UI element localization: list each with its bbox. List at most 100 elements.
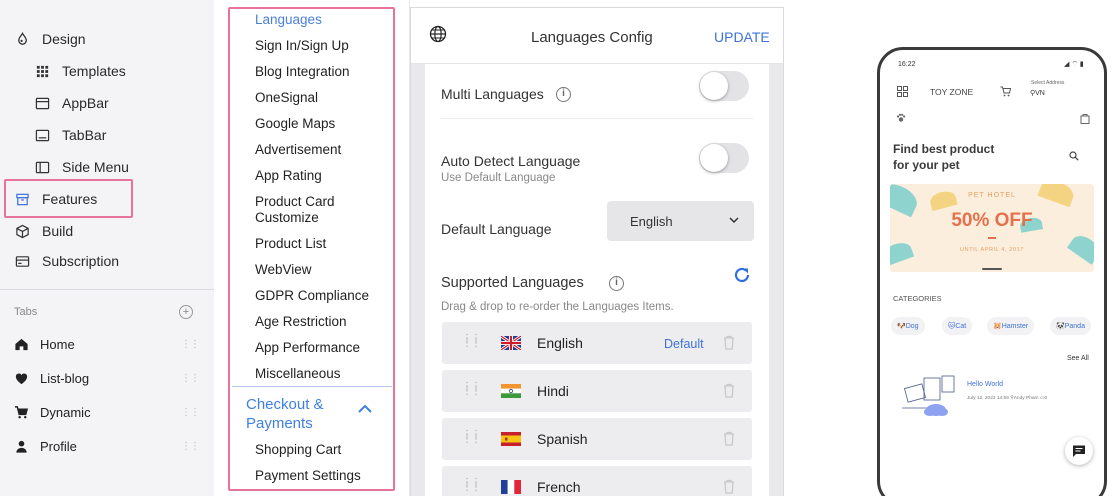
drag-handle-icon[interactable]: ⋮⋮	[181, 441, 200, 452]
post-title[interactable]: Hello World	[967, 381, 1003, 388]
post-comments: 0	[1044, 396, 1048, 401]
umbrella-decoration	[890, 239, 915, 267]
drag-handle-icon[interactable]: ⋮⋮ ⋮⋮	[462, 334, 481, 349]
carousel-indicator	[982, 268, 1002, 270]
category-chip-hamster[interactable]: 🐹 Hamster	[987, 317, 1035, 335]
info-icon[interactable]: i	[609, 276, 624, 291]
feature-item-age-restriction[interactable]: Age Restriction	[255, 314, 347, 330]
card-icon	[14, 253, 30, 269]
language-name: Spanish	[537, 431, 588, 447]
globe-icon	[429, 25, 447, 43]
category-chip-cat[interactable]: 🐱 Cat	[942, 317, 973, 335]
drag-handle-icon[interactable]: ⋮⋮	[181, 407, 200, 418]
france-flag-icon	[501, 480, 521, 494]
multi-languages-toggle[interactable]	[699, 71, 749, 101]
category-chip-panda[interactable]: 🐼 Panda	[1050, 317, 1091, 335]
feature-item-webview[interactable]: WebView	[255, 262, 312, 278]
nav-item-design[interactable]: Design	[14, 25, 86, 53]
chat-icon	[1073, 445, 1085, 457]
grid-icon[interactable]	[897, 86, 908, 97]
refresh-icon[interactable]	[732, 265, 752, 285]
language-row-spanish[interactable]: ⋮⋮ ⋮⋮ Spanish	[442, 418, 752, 460]
nav-item-side-menu[interactable]: Side Menu	[34, 153, 129, 181]
trash-icon[interactable]	[723, 479, 735, 494]
banner-dash	[988, 237, 996, 239]
promo-banner[interactable]: PET HOTEL 50% OFF UNTIL APRIL 4, 2017	[890, 184, 1094, 272]
side-menu-icon	[34, 159, 50, 175]
default-language-select[interactable]: English	[607, 201, 754, 241]
tabbar-icon	[34, 127, 50, 143]
headline-line-1: Find best product	[893, 142, 995, 156]
drag-handle-icon[interactable]: ⋮⋮ ⋮⋮	[462, 478, 481, 493]
feature-item-onesignal[interactable]: OneSignal	[255, 90, 318, 106]
feature-item-languages[interactable]: Languages	[255, 12, 322, 28]
bag-icon[interactable]	[1080, 113, 1090, 124]
update-button[interactable]: UPDATE	[714, 29, 770, 45]
tab-item-dynamic[interactable]: Dynamic ⋮⋮	[14, 401, 200, 423]
drag-handle-icon[interactable]: ⋮⋮	[181, 373, 200, 384]
drag-handle-icon[interactable]: ⋮⋮ ⋮⋮	[462, 430, 481, 445]
nav-item-tabbar[interactable]: TabBar	[34, 121, 106, 149]
see-all-link[interactable]: See All	[1067, 355, 1089, 362]
blog-post-illustration	[902, 375, 955, 416]
nav-item-label: Subscription	[42, 253, 120, 269]
headline-line-2: for your pet	[893, 158, 960, 172]
default-badge: Default	[664, 337, 704, 351]
tab-item-home[interactable]: Home ⋮⋮	[14, 333, 200, 355]
feature-item-blog-integration[interactable]: Blog Integration	[255, 64, 350, 80]
language-row-hindi[interactable]: ⋮⋮ ⋮⋮ Hindi	[442, 370, 752, 412]
nav-item-templates[interactable]: Templates	[34, 57, 126, 85]
chevron-up-icon[interactable]	[357, 403, 373, 415]
india-flag-icon	[501, 384, 521, 398]
nav-divider	[0, 289, 214, 290]
trash-icon[interactable]	[723, 383, 735, 398]
language-name: French	[537, 479, 581, 495]
phone-screen: 16:22 ◢ ⌔ ▮ TOY ZONE Select Address ⚲VN …	[880, 50, 1104, 496]
supported-languages-label: Supported Languages	[441, 275, 584, 291]
category-chip-dog[interactable]: 🐶 Dog	[891, 317, 925, 335]
banner-subtitle: UNTIL APRIL 4, 2017	[960, 247, 1024, 253]
dog-icon: 🐶	[897, 323, 906, 330]
cube-icon	[14, 223, 30, 239]
banner-title: 50% OFF	[951, 210, 1033, 231]
language-name: Hindi	[537, 383, 569, 399]
category-label: Panda	[1064, 322, 1085, 330]
feature-item-payment-settings[interactable]: Payment Settings	[255, 468, 361, 484]
feature-item-product-card[interactable]: Product Card Customize	[255, 194, 355, 226]
language-row-english[interactable]: ⋮⋮ ⋮⋮ English Default	[442, 322, 752, 364]
tab-item-list-blog[interactable]: List-blog ⋮⋮	[14, 367, 200, 389]
tab-item-profile[interactable]: Profile ⋮⋮	[14, 435, 200, 457]
cart-icon[interactable]	[1000, 86, 1011, 97]
nav-item-appbar[interactable]: AppBar	[34, 89, 109, 117]
chat-fab-button[interactable]	[1065, 437, 1093, 465]
drag-handle-icon[interactable]: ⋮⋮	[181, 339, 200, 350]
nav-item-build[interactable]: Build	[14, 217, 73, 245]
address-value: VN	[1035, 90, 1045, 97]
trash-icon[interactable]	[723, 335, 735, 350]
language-name: English	[537, 335, 583, 351]
trash-icon[interactable]	[723, 431, 735, 446]
auto-detect-toggle[interactable]	[699, 143, 749, 173]
feature-item-google-maps[interactable]: Google Maps	[255, 116, 335, 132]
info-icon[interactable]: i	[556, 87, 571, 102]
feature-list-panel: Languages Sign In/Sign Up Blog Integrati…	[214, 0, 410, 496]
language-row-french[interactable]: ⋮⋮ ⋮⋮ French	[442, 466, 752, 496]
add-tab-icon[interactable]: +	[179, 305, 193, 319]
feature-item-miscellaneous[interactable]: Miscellaneous	[255, 366, 341, 382]
search-icon[interactable]	[1069, 151, 1079, 161]
toggle-knob	[700, 144, 728, 172]
nav-item-subscription[interactable]: Subscription	[14, 247, 119, 275]
feature-item-product-list[interactable]: Product List	[255, 236, 326, 252]
feature-item-gdpr[interactable]: GDPR Compliance	[255, 288, 369, 304]
feature-item-app-performance[interactable]: App Performance	[255, 340, 360, 356]
features-highlight-box	[4, 179, 133, 218]
feature-item-shopping-cart[interactable]: Shopping Cart	[255, 442, 341, 458]
address-row[interactable]: ⚲VN	[1030, 89, 1045, 97]
default-language-value: English	[630, 214, 673, 229]
feature-item-app-rating[interactable]: App Rating	[255, 168, 322, 184]
drag-handle-icon[interactable]: ⋮⋮ ⋮⋮	[462, 382, 481, 397]
heart-icon	[14, 371, 30, 386]
checkout-section-title[interactable]: Checkout & Payments	[246, 395, 356, 433]
feature-item-sign-in[interactable]: Sign In/Sign Up	[255, 38, 349, 54]
feature-item-advertisement[interactable]: Advertisement	[255, 142, 341, 158]
